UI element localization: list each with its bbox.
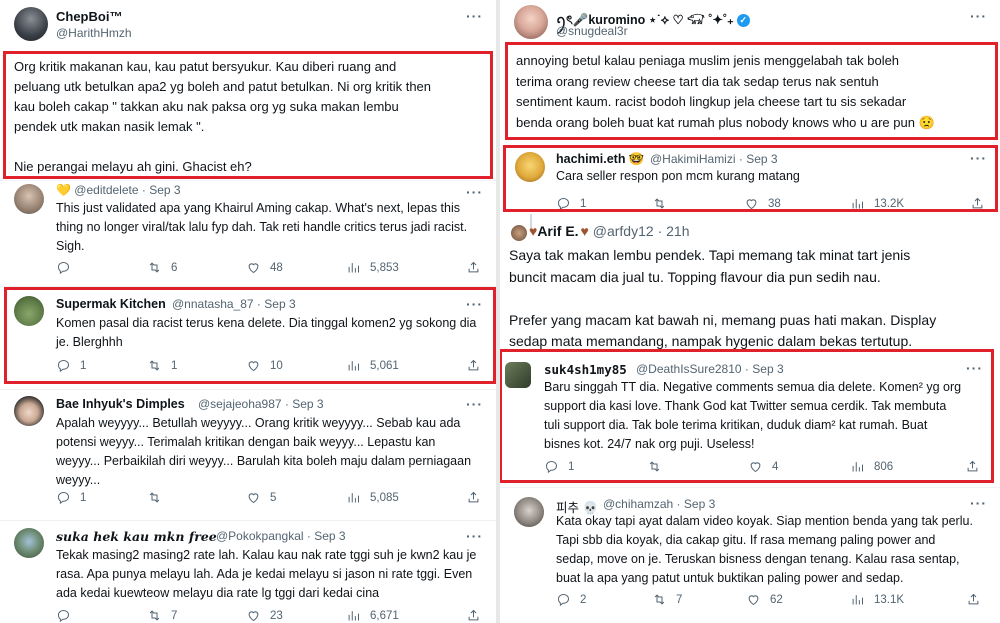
more-icon[interactable]: ··· bbox=[970, 495, 987, 511]
like-button[interactable]: 62 bbox=[746, 592, 783, 607]
text-line: buat la apa yang patut untuk buktikan pa… bbox=[556, 571, 904, 585]
author-name[interactable]: Arif E. bbox=[537, 223, 578, 239]
reply-button[interactable]: 1 bbox=[56, 490, 86, 505]
avatar[interactable] bbox=[14, 528, 44, 558]
more-icon[interactable]: ··· bbox=[466, 396, 483, 412]
reply-date[interactable]: Sep 3 bbox=[149, 183, 180, 197]
text-line: weyyy... bbox=[56, 473, 101, 487]
text-line: potensi weyyy... Terimalah kritikan deng… bbox=[56, 435, 436, 449]
text-line: weyyy... Perbaikilah diri weyyy... Barul… bbox=[56, 454, 472, 468]
post-date[interactable]: 21h bbox=[666, 223, 689, 239]
text-line: thing no longer viral/tak lalu fyp dah. … bbox=[56, 220, 468, 234]
retweet-button[interactable]: 7 bbox=[147, 608, 177, 623]
reply-button[interactable] bbox=[56, 608, 80, 623]
retweet-button[interactable]: 6 bbox=[147, 260, 177, 275]
like-button[interactable]: 23 bbox=[246, 608, 283, 623]
reply-author-name[interactable]: Bae Inhyuk's Dimples bbox=[56, 397, 185, 411]
highlight-box bbox=[500, 349, 994, 483]
like-button[interactable]: 5 bbox=[246, 490, 276, 505]
text-line: sedap, move on je. Teruskan bisness deng… bbox=[556, 552, 960, 566]
share-button[interactable] bbox=[966, 592, 990, 607]
views-button[interactable]: 5,085 bbox=[346, 490, 399, 505]
like-button[interactable]: 48 bbox=[246, 260, 283, 275]
reply-handle[interactable]: @Pokokpangkal bbox=[216, 529, 304, 543]
tweet-text: Saya tak makan lembu pendek. Tapi memang… bbox=[509, 245, 994, 353]
avatar[interactable] bbox=[514, 497, 544, 527]
views-button[interactable]: 6,671 bbox=[346, 608, 399, 623]
retweet-button[interactable] bbox=[147, 490, 171, 505]
reply-handle[interactable]: @editdelete bbox=[74, 183, 138, 197]
reply-button[interactable] bbox=[56, 260, 80, 275]
verified-badge-icon: ✓ bbox=[736, 14, 750, 28]
reply-handle[interactable]: @chihamzah bbox=[603, 497, 673, 511]
author-name[interactable]: ChepBoi™ bbox=[56, 9, 122, 24]
more-icon[interactable]: ··· bbox=[970, 8, 987, 24]
highlight-box bbox=[505, 42, 998, 140]
highlight-box bbox=[4, 287, 496, 384]
author-handle[interactable]: @snugdeal3r bbox=[556, 24, 628, 38]
text-line: Prefer yang macam kat bawah ni, memang p… bbox=[509, 311, 937, 328]
more-icon[interactable]: ··· bbox=[466, 184, 483, 200]
avatar[interactable] bbox=[14, 396, 44, 426]
reply-text: Kata okay tapi ayat dalam video koyak. S… bbox=[556, 512, 996, 588]
text-line: rasa. Apa punya melayu lah. Ada je kedai… bbox=[56, 567, 473, 581]
text-line: Kata okay tapi ayat dalam video koyak. S… bbox=[556, 514, 973, 528]
reply-text: This just validated apa yang Khairul Ami… bbox=[56, 199, 486, 256]
highlight-box bbox=[503, 145, 998, 212]
views-button[interactable]: 5,853 bbox=[346, 260, 399, 275]
text-line: ada kedai kuewteow melayu dia rate lg tg… bbox=[56, 586, 380, 600]
text-line: Tekak masing2 masing2 rate lah. Kalau ka… bbox=[56, 548, 477, 562]
author-handle[interactable]: @arfdy12 bbox=[593, 223, 654, 239]
text-line: Saya tak makan lembu pendek. Tapi memang… bbox=[509, 247, 911, 263]
author-handle[interactable]: @HarithHmzh bbox=[56, 26, 132, 40]
reply-text: Apalah weyyyy... Betullah weyyyy... Oran… bbox=[56, 414, 486, 490]
orange-heart-icon: 💛 bbox=[56, 183, 71, 197]
share-button[interactable] bbox=[466, 608, 490, 623]
reply-text: Tekak masing2 masing2 rate lah. Kalau ka… bbox=[56, 546, 486, 603]
share-button[interactable] bbox=[466, 260, 490, 275]
text-line: buncit macam dia jual tu. Topping flavou… bbox=[509, 268, 881, 285]
right-thread-panel: ꪆৎ🎤kuromino ⋆˙⟡ ♡ 𓃟 ˚✦˚₊ ✓ @snugdeal3r ··… bbox=[500, 0, 1000, 623]
avatar[interactable] bbox=[14, 184, 44, 214]
reply-author-name[interactable]: suka hek kau mkn free bbox=[56, 529, 217, 544]
views-button[interactable]: 13.1K bbox=[850, 592, 904, 607]
reply-button[interactable]: 2 bbox=[556, 592, 586, 607]
reply-date[interactable]: Sep 3 bbox=[292, 397, 323, 411]
more-icon[interactable]: ··· bbox=[466, 528, 483, 544]
brown-heart-icon: ♥ bbox=[580, 223, 589, 239]
text-line: This just validated apa yang Khairul Ami… bbox=[56, 201, 460, 215]
text-line: Tapi sbb dia koyak, dia cakap gitu. If r… bbox=[556, 533, 936, 547]
share-button[interactable] bbox=[466, 490, 490, 505]
reply-date[interactable]: Sep 3 bbox=[314, 529, 345, 543]
text-line: Sigh. bbox=[56, 239, 85, 253]
avatar[interactable] bbox=[14, 7, 48, 41]
avatar[interactable] bbox=[511, 225, 527, 241]
avatar[interactable] bbox=[514, 5, 548, 39]
highlight-box bbox=[3, 51, 493, 179]
retweet-button[interactable]: 7 bbox=[652, 592, 682, 607]
reply-handle[interactable]: @sejajeoha987 bbox=[198, 397, 282, 411]
reply-date[interactable]: Sep 3 bbox=[684, 497, 715, 511]
text-line bbox=[509, 288, 994, 310]
more-icon[interactable]: ··· bbox=[466, 8, 483, 24]
left-thread-panel: ChepBoi™ @HarithHmzh ··· Org kritik maka… bbox=[0, 0, 496, 623]
text-line: Apalah weyyyy... Betullah weyyyy... Oran… bbox=[56, 416, 461, 430]
